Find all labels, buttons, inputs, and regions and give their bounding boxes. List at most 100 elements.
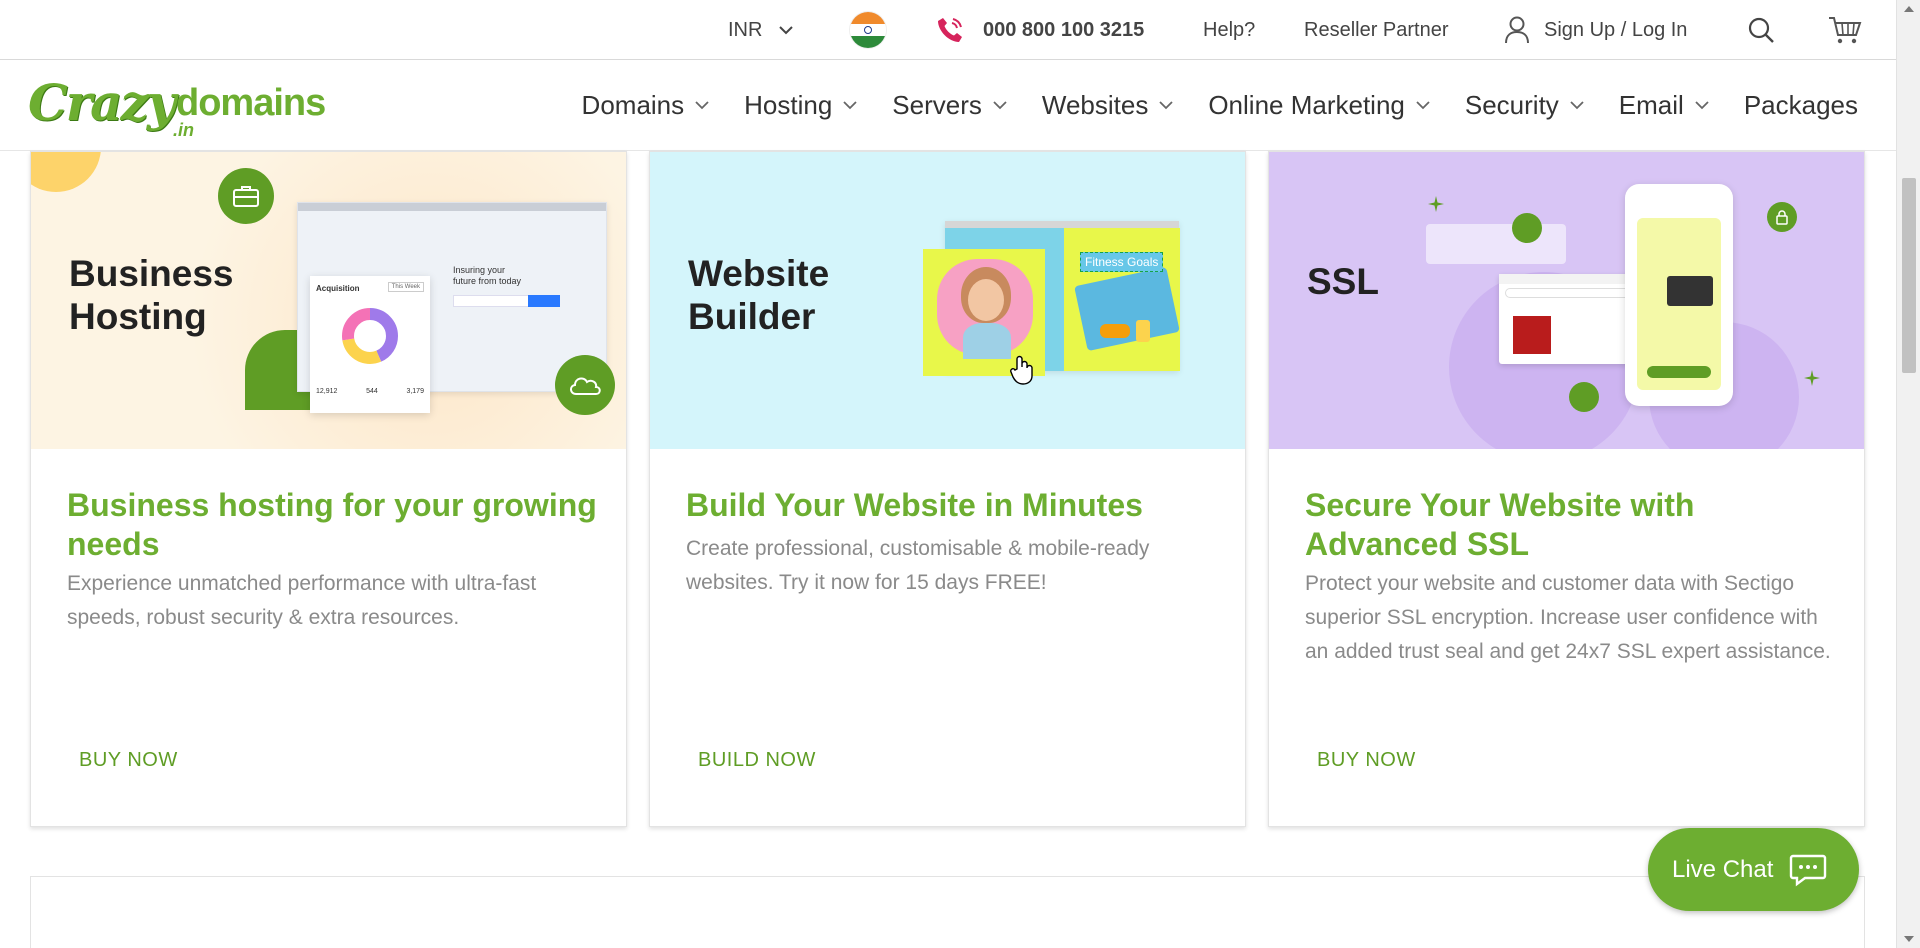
help-link[interactable]: Help? [1203,0,1255,60]
water-bottle [1136,320,1150,342]
nav-item-servers[interactable]: Servers [892,90,1008,121]
lock-badge [1767,202,1797,232]
card-heading: Secure Your Website with Advanced SSL [1305,487,1695,562]
crazydomains-logo[interactable]: Crazy domains .in [28,73,326,141]
business-hosting-card: Business Hosting Insuring your future fr… [30,151,627,827]
dumbbell [1100,324,1130,338]
woman-face [968,279,1004,321]
signup-login-link[interactable]: Sign Up / Log In [1504,0,1687,60]
nav-item-label: Domains [581,89,685,120]
chevron-down-icon [1159,101,1173,110]
cloud-icon [570,377,601,395]
banner-title-line: Website [688,253,830,294]
card-description: Create professional, customisable & mobi… [686,537,1150,594]
sparkle-icon [1428,196,1444,212]
chat-bubble-icon [1790,854,1827,886]
nav-item-domains[interactable]: Domains [582,90,711,121]
donut-chart [342,308,398,364]
panel-title: Acquisition [316,284,360,293]
sparkle-icon [1804,370,1820,386]
chevron-down-icon [1695,101,1709,110]
chevron-down-icon [993,101,1007,110]
checkout-button [1647,366,1711,378]
currency-label: INR [728,18,763,41]
scroll-up-arrow[interactable] [1904,6,1914,12]
nav-item-label: Email [1618,89,1684,120]
nav-item-label: Online Marketing [1208,89,1405,120]
banner-title: SSL [1307,260,1379,303]
hand-cursor-icon [1010,355,1033,385]
banner-title: Website Builder [688,252,829,338]
shield-badge [1569,382,1599,412]
cloud-badge [555,355,615,415]
nav-item-label: Websites [1041,89,1149,120]
panel-stat: 544 [366,388,378,395]
india-flag-icon [850,12,886,48]
main-navigation: Crazy domains .in Domains Hosting Server… [0,61,1896,151]
acquisition-panel: Acquisition This Week 12,912 544 3,179 [310,276,430,413]
build-now-button[interactable]: BUILD NOW [698,749,816,772]
briefcase-icon [233,186,259,207]
country-flag-button[interactable] [850,0,886,60]
scrollbar-thumb[interactable] [1902,178,1916,373]
card-description: Experience unmatched performance with ul… [67,572,537,629]
chevron-down-icon [1570,101,1584,110]
next-section-box [30,876,1865,948]
nav-item-packages[interactable]: Packages [1744,90,1858,121]
woman-top [963,323,1011,359]
nav-menu: Domains Hosting Servers Websites Online … [548,61,1858,149]
business-hosting-banner: Business Hosting Insuring your future fr… [31,152,626,449]
logo-tld: .in [173,120,194,140]
scroll-down-arrow[interactable] [1904,936,1914,942]
vertical-scrollbar[interactable] [1896,0,1920,948]
cart-button[interactable] [1828,0,1862,60]
yoga-mat [1074,266,1180,352]
lock-icon [1776,210,1788,225]
banner-title-line: Hosting [69,296,207,337]
panel-stat: 3,179 [406,388,424,395]
nav-item-label: Hosting [744,89,833,120]
briefcase-badge [218,168,274,224]
panel-filter: This Week [387,282,424,292]
banner-title-line: SSL [1307,261,1379,302]
mockup-tagline-line: Insuring your [453,265,506,275]
buy-now-button[interactable]: BUY NOW [79,749,178,772]
signup-label: Sign Up / Log In [1544,18,1688,41]
nav-item-email[interactable]: Email [1619,90,1710,121]
website-builder-banner: Website Builder Fitness Goals [650,152,1245,449]
utility-bar: INR 000 800 100 3215 Help? Reseller Part… [0,0,1896,60]
live-chat-label: Live Chat [1672,855,1774,883]
chevron-down-icon [695,101,709,110]
nav-item-online-marketing[interactable]: Online Marketing [1208,90,1431,121]
card-heading: Business hosting for your growing needs [67,487,597,562]
ssl-card: SSL Secure Your Website with Advanced SS… [1268,151,1865,827]
phone-icon [938,18,962,42]
currency-selector[interactable]: INR [728,0,794,60]
live-chat-button[interactable]: Live Chat [1648,828,1859,911]
cart-icon [1829,17,1862,44]
nav-item-hosting[interactable]: Hosting [744,90,858,121]
nav-item-websites[interactable]: Websites [1042,90,1174,121]
mockup-search-button [528,295,560,307]
panel-stat: 12,912 [316,388,338,395]
phone-link[interactable]: 000 800 100 3215 [935,0,1144,60]
search-button[interactable] [1747,0,1775,60]
banner-title: Business Hosting [69,252,234,338]
chevron-down-icon [843,101,857,110]
buy-now-button[interactable]: BUY NOW [1317,749,1416,772]
nav-item-label: Packages [1743,89,1858,120]
phone-mockup [1625,184,1733,406]
chevron-down-icon [1416,101,1430,110]
browser-titlebar [298,203,606,211]
card-description: Protect your website and customer data w… [1305,572,1831,663]
logo-crazy: Crazy [28,73,176,132]
nav-item-label: Servers [892,89,982,120]
nav-item-security[interactable]: Security [1465,90,1585,121]
photo-card-fitness: Fitness Goals [1064,228,1180,371]
banner-title-line: Builder [688,296,816,337]
reseller-partner-link[interactable]: Reseller Partner [1304,0,1449,60]
website-builder-card: Website Builder Fitness Goals Build Your… [649,151,1246,827]
credit-card [1667,276,1713,306]
search-icon [1748,17,1774,43]
browser-titlebar [945,221,1179,228]
